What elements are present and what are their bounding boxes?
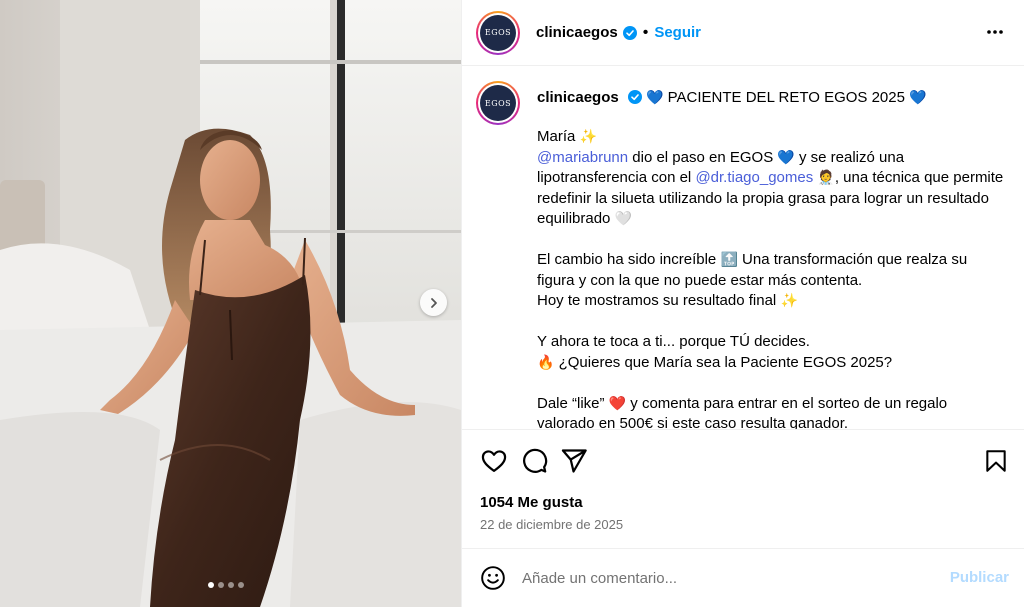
follow-button[interactable]: Seguir xyxy=(654,24,701,41)
next-slide-button[interactable] xyxy=(420,289,447,316)
share-send-icon[interactable] xyxy=(560,447,588,475)
post-date[interactable]: 22 de diciembre de 2025 xyxy=(480,517,623,532)
like-heart-icon[interactable] xyxy=(480,447,508,475)
red-heart-emoji: ❤️ xyxy=(608,395,627,412)
bookmark-icon[interactable] xyxy=(983,447,1009,475)
carousel-dot xyxy=(208,582,214,588)
header-separator: • xyxy=(642,23,649,41)
carousel-dot xyxy=(228,582,234,588)
white-heart-emoji: 🤍 xyxy=(614,211,632,227)
caption-headline: PACIENTE DEL RETO EGOS 2025 xyxy=(667,89,905,106)
caption-text-span: ¿Quieres que María sea la Paciente EGOS … xyxy=(554,353,893,371)
caption-avatar[interactable]: EGOS xyxy=(476,81,520,125)
account-avatar[interactable]: EGOS xyxy=(476,10,520,55)
caption-text: María ✨ @mariabrunn dio el paso en EGOS … xyxy=(537,127,1007,429)
caption-text-span: El cambio ha sido increíble xyxy=(537,251,721,268)
fire-emoji: 🔥 xyxy=(537,354,555,371)
sparkles-emoji: ✨ xyxy=(579,129,597,145)
caption-text-span: Dale “like” xyxy=(537,394,609,412)
post-photo xyxy=(0,0,461,607)
blue-heart-emoji: 💙 xyxy=(909,90,927,106)
mention-link[interactable]: @dr.tiago_gomes xyxy=(695,169,813,186)
emoji-smiley-icon[interactable] xyxy=(480,565,506,591)
more-horizontal-icon[interactable] xyxy=(985,22,1005,42)
caption-text-span: dio el paso en EGOS xyxy=(628,148,778,166)
likes-count[interactable]: 1054 Me gusta xyxy=(480,494,583,511)
carousel-dot xyxy=(218,582,224,588)
caption-text-span: Hoy te mostramos su resultado final xyxy=(537,292,781,309)
caption-text-span: Y ahora te toca a ti... porque TÚ decide… xyxy=(537,333,810,350)
comment-icon[interactable] xyxy=(520,447,548,475)
chevron-right-icon xyxy=(430,297,437,308)
carousel-indicator xyxy=(208,582,244,588)
avatar-logo-text: EGOS xyxy=(480,14,516,51)
publish-button[interactable]: Publicar xyxy=(950,569,1009,586)
sparkles-emoji: ✨ xyxy=(780,293,798,309)
caption-username[interactable]: clinicaegos xyxy=(537,89,619,106)
avatar-logo-text: EGOS xyxy=(480,85,516,121)
verified-badge-icon xyxy=(627,90,642,104)
blue-heart-emoji: 💙 xyxy=(777,149,795,166)
mention-link[interactable]: @mariabrunn xyxy=(537,149,628,166)
post-image[interactable] xyxy=(0,0,461,607)
comment-bar: Publicar xyxy=(462,548,1024,607)
top-emoji: 🔝 xyxy=(720,252,738,268)
caption-name: María xyxy=(537,128,576,145)
post-sidebar: EGOS clinicaegos • Seguir EGOS clinicaeg… xyxy=(461,0,1024,607)
blue-heart-emoji: 💙 xyxy=(646,90,664,106)
comment-input[interactable] xyxy=(522,569,922,587)
post-header: EGOS clinicaegos • Seguir xyxy=(462,0,1024,66)
caption-header: clinicaegos 💙 PACIENTE DEL RETO EGOS 202… xyxy=(537,89,927,106)
doctor-emoji: 🧑‍⚕️ xyxy=(817,170,835,186)
account-username[interactable]: clinicaegos xyxy=(536,24,618,41)
verified-badge-icon xyxy=(622,25,637,40)
carousel-dot xyxy=(238,582,244,588)
caption-section: EGOS clinicaegos 💙 PACIENTE DEL RETO EGO… xyxy=(462,67,1024,429)
